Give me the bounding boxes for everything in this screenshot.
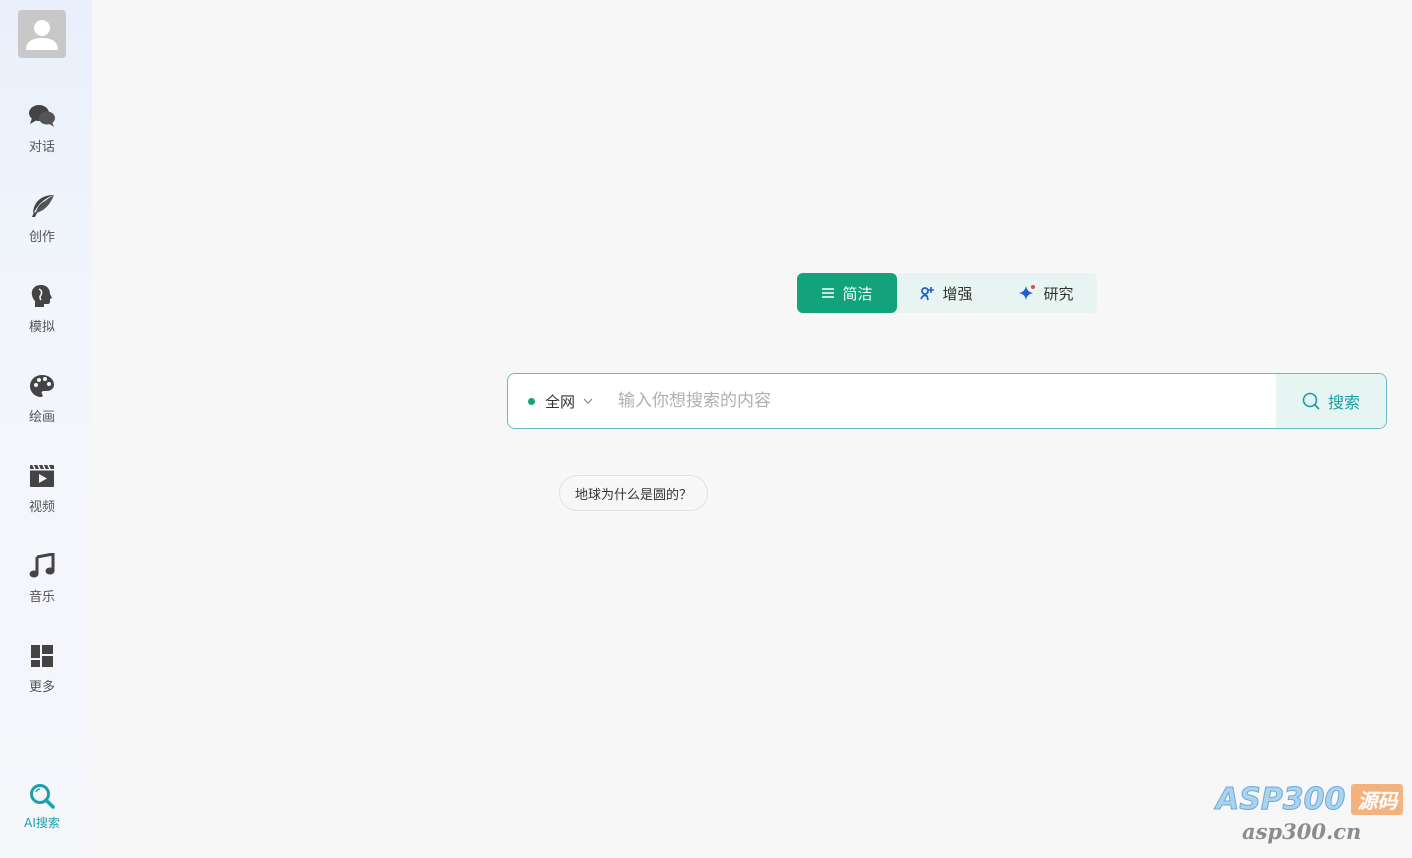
search-button-label: 搜索 — [1327, 393, 1360, 412]
sidebar-item-label: 更多 — [28, 680, 55, 695]
tab-label: 研究 — [1043, 284, 1074, 303]
head-profile-icon — [28, 282, 56, 310]
list-icon — [821, 287, 835, 299]
sidebar-item-label: 音乐 — [28, 590, 55, 605]
mode-tabs: 简洁 增强 研究 — [797, 273, 1097, 313]
sidebar-item-simulate[interactable]: 模拟 — [0, 282, 84, 342]
sidebar-item-music[interactable]: 音乐 — [0, 552, 84, 612]
avatar[interactable] — [18, 10, 66, 58]
watermark-badge: 源码 — [1351, 784, 1404, 815]
music-note-icon — [28, 552, 56, 580]
chevron-down-icon — [583, 398, 593, 404]
sidebar-item-ai-search[interactable]: AI搜索 — [0, 782, 84, 842]
sidebar-item-create[interactable]: 创作 — [0, 192, 84, 252]
sidebar-item-paint[interactable]: 绘画 — [0, 372, 84, 432]
watermark-brand: ASP300 — [1215, 782, 1346, 818]
watermark: ASP300 源码 asp300.cn — [1215, 782, 1412, 852]
video-clapper-icon — [28, 462, 56, 490]
watermark-domain: asp300.cn — [1242, 819, 1362, 844]
status-dot — [528, 397, 535, 405]
tab-label: 增强 — [942, 284, 973, 303]
search-button[interactable]: 搜索 — [1276, 374, 1386, 428]
tab-enhanced[interactable]: 增强 — [897, 273, 995, 313]
sidebar-item-label: 创作 — [28, 230, 55, 245]
search-icon — [28, 782, 56, 810]
search-scope-select[interactable]: 全网 — [508, 374, 618, 428]
suggestion-text: 地球为什么是圆的？ — [575, 487, 693, 503]
tab-label: 简洁 — [842, 284, 873, 303]
grid-icon — [28, 642, 56, 670]
tab-research[interactable]: 研究 — [995, 273, 1097, 313]
feather-icon — [28, 192, 56, 220]
suggestion-chip[interactable]: 地球为什么是圆的？ — [559, 475, 709, 511]
tab-concise[interactable]: 简洁 — [797, 273, 897, 313]
sidebar-item-video[interactable]: 视频 — [0, 462, 84, 522]
user-icon — [26, 20, 58, 50]
search-icon — [1302, 392, 1320, 410]
sparkle-icon — [1018, 284, 1036, 302]
palette-icon — [28, 372, 56, 400]
sidebar-item-label: AI搜索 — [24, 816, 60, 830]
search-input[interactable] — [618, 374, 1276, 428]
search-scope-label: 全网 — [545, 392, 576, 411]
chat-bubbles-icon — [28, 102, 56, 130]
sidebar-item-label: 视频 — [28, 500, 55, 515]
search-box: 全网 搜索 — [507, 373, 1387, 429]
main-area — [92, 0, 1412, 858]
sidebar: 对话 创作 模拟 绘画 视频 音乐 更多 AI搜索 — [0, 0, 92, 858]
sidebar-item-label: 对话 — [28, 140, 55, 155]
sidebar-item-label: 绘画 — [28, 410, 55, 425]
sidebar-item-more[interactable]: 更多 — [0, 642, 84, 702]
enhance-icon — [919, 285, 935, 301]
sidebar-item-chat[interactable]: 对话 — [0, 102, 84, 162]
sidebar-item-label: 模拟 — [28, 320, 55, 335]
